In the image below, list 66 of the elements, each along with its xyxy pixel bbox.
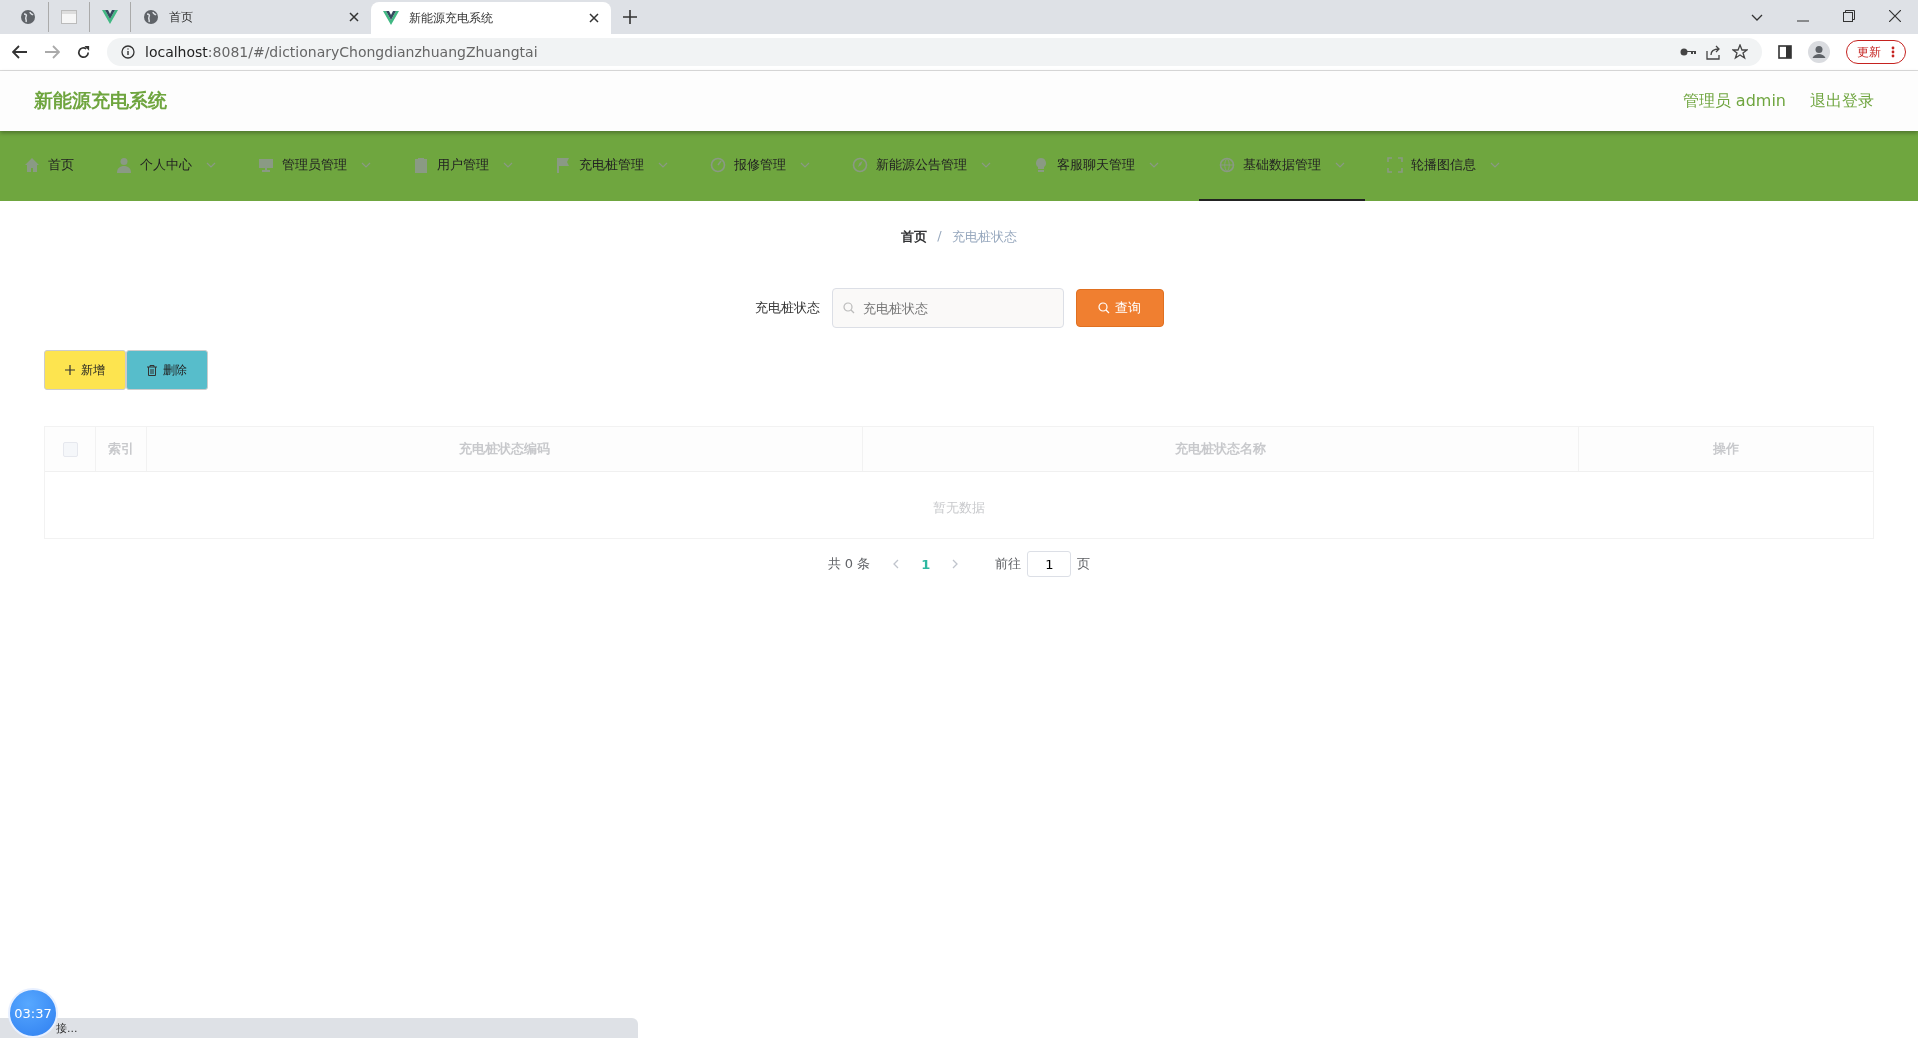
gauge-icon bbox=[710, 157, 726, 173]
compass-icon bbox=[852, 157, 868, 173]
plus-icon bbox=[65, 365, 75, 375]
v-logo-icon bbox=[383, 11, 399, 25]
user-icon bbox=[116, 157, 132, 173]
page-icon bbox=[61, 10, 77, 24]
breadcrumb-separator: / bbox=[937, 228, 942, 245]
nav-item[interactable]: 客服聊天管理 bbox=[1031, 131, 1179, 201]
nav-item[interactable]: 报修管理 bbox=[708, 131, 830, 201]
nav-item[interactable]: 首页 bbox=[22, 131, 94, 201]
app-title: 新能源充电系统 bbox=[34, 88, 167, 113]
trash-icon bbox=[147, 364, 157, 376]
clipboard-icon bbox=[413, 157, 429, 173]
delete-button[interactable]: 删除 bbox=[126, 350, 208, 390]
globe-icon bbox=[1219, 157, 1235, 173]
nav-item[interactable]: 管理员管理 bbox=[256, 131, 391, 201]
share-icon[interactable] bbox=[1706, 44, 1722, 60]
key-icon[interactable] bbox=[1680, 47, 1696, 57]
info-icon bbox=[121, 45, 135, 59]
side-panel-icon[interactable] bbox=[1778, 45, 1792, 59]
nav-item[interactable]: 用户管理 bbox=[411, 131, 533, 201]
restore-icon[interactable] bbox=[1843, 10, 1855, 22]
breadcrumb-item[interactable]: 首页 bbox=[901, 228, 928, 246]
tab-title: 首页 bbox=[169, 8, 194, 26]
tab-title: 新能源充电系统 bbox=[409, 9, 494, 27]
close-icon[interactable] bbox=[1889, 10, 1901, 22]
nav-item[interactable]: 基础数据管理 bbox=[1199, 131, 1365, 201]
address-bar[interactable]: localhost:8081/#/dictionaryChongdianzhuangZhuangtai bbox=[107, 38, 1762, 66]
page-unit: 页 bbox=[1077, 555, 1091, 573]
star-icon[interactable] bbox=[1732, 44, 1748, 60]
search-field[interactable]: 充电桩状态 bbox=[831, 288, 1064, 328]
url-text: localhost:8081/#/dictionaryChongdianzhuangZhuangtai bbox=[145, 44, 538, 60]
new-tab-icon[interactable] bbox=[623, 10, 637, 24]
user-link[interactable]: 管理员 admin bbox=[1682, 90, 1786, 112]
search-label: 充电桩状态 bbox=[754, 299, 820, 317]
close-icon[interactable] bbox=[349, 12, 359, 22]
flag-icon bbox=[555, 157, 571, 173]
status-text: 接... bbox=[56, 1020, 78, 1036]
nav-item[interactable]: 新能源公告管理 bbox=[850, 131, 1011, 201]
browser-tab[interactable]: 首页 bbox=[131, 2, 371, 32]
back-icon[interactable] bbox=[12, 45, 28, 59]
monitor-icon bbox=[258, 157, 274, 173]
home-icon bbox=[24, 157, 40, 173]
add-button[interactable]: 新增 bbox=[44, 350, 126, 390]
nav-item[interactable]: 轮播图信息 bbox=[1385, 131, 1520, 201]
search-icon bbox=[1098, 302, 1110, 314]
total-count: 共 0 条 bbox=[827, 555, 871, 573]
nav-item[interactable]: 充电桩管理 bbox=[553, 131, 688, 201]
update-button[interactable]: 更新 bbox=[1846, 40, 1906, 64]
goto-label: 前往 bbox=[995, 555, 1022, 573]
bulb-icon bbox=[1033, 157, 1049, 173]
v-logo-icon bbox=[102, 10, 118, 24]
logout-link[interactable]: 退出登录 bbox=[1810, 90, 1874, 112]
reload-icon[interactable] bbox=[76, 44, 91, 60]
search-icon bbox=[842, 302, 855, 314]
nav-item[interactable]: 个人中心 bbox=[114, 131, 236, 201]
close-icon[interactable] bbox=[589, 13, 599, 23]
more-icon bbox=[1891, 46, 1895, 58]
profile-icon[interactable] bbox=[1808, 41, 1830, 63]
browser-tab[interactable]: 新能源充电系统 bbox=[371, 2, 611, 34]
page-input[interactable]: 1 bbox=[1027, 551, 1072, 577]
chevron-down-icon[interactable] bbox=[1751, 14, 1763, 22]
breadcrumb-item: 充电桩状态 bbox=[951, 228, 1017, 246]
globe-icon bbox=[20, 9, 36, 25]
globe-icon bbox=[143, 9, 159, 25]
frame-icon bbox=[1387, 157, 1403, 173]
